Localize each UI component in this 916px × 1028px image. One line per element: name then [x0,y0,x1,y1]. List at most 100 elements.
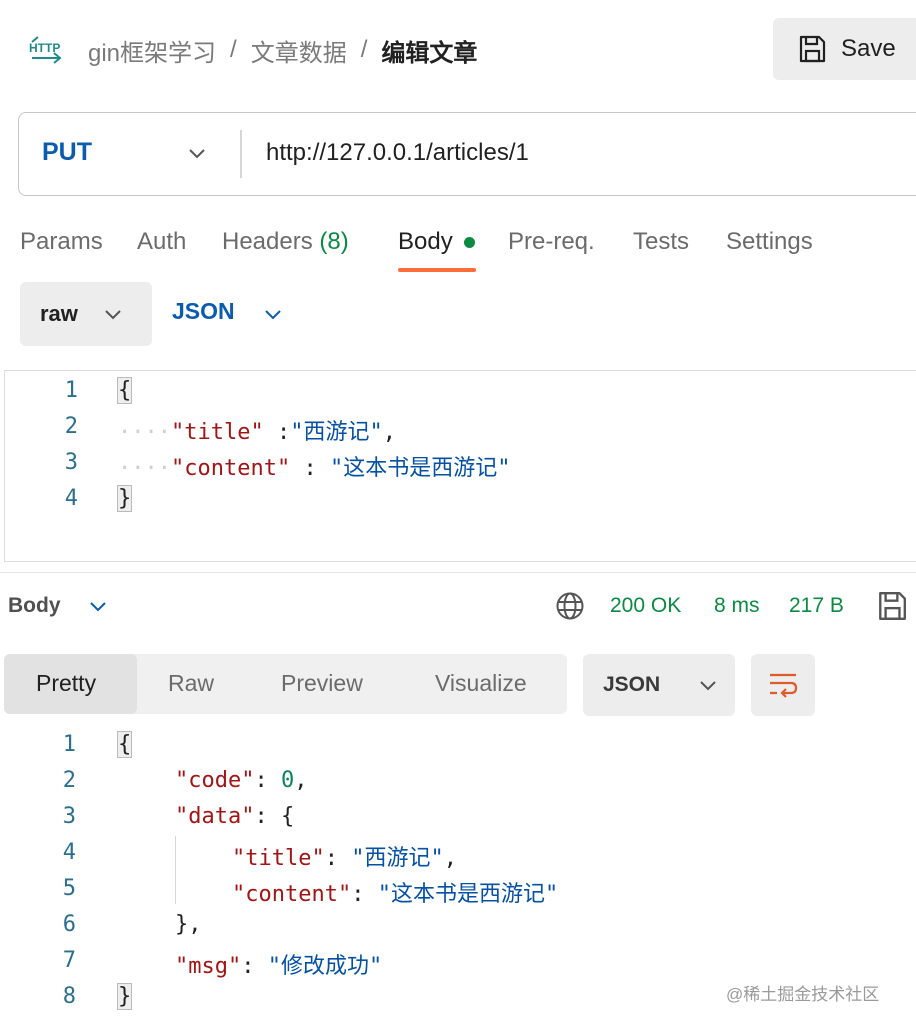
brace: { [116,377,133,404]
code-line[interactable]: ····"content" : "这本书是西游记" [118,450,510,482]
code-line[interactable]: { [116,377,133,404]
json-key: "content" [170,456,291,481]
response-divider [0,572,916,573]
wrap-lines-icon [770,673,798,698]
line-number: 7 [62,948,76,973]
line-number: 5 [62,876,76,901]
code-line: "data": { [175,804,294,829]
json-separator: : [241,954,268,979]
brace: { [116,731,133,758]
method-select[interactable]: PUT [42,138,92,167]
code-line: { [116,731,133,758]
json-value: "西游记" [351,846,444,871]
line-number: 6 [62,912,76,937]
chevron-down-icon[interactable] [186,142,208,164]
tab-prereq[interactable]: Pre-req. [508,228,595,256]
response-time[interactable]: 8 ms [714,594,760,618]
json-value: "西游记" [290,420,383,445]
json-separator: : [324,846,352,871]
line-number: 2 [64,414,78,439]
tab-visualize[interactable]: Visualize [435,670,527,697]
wrap-lines-button[interactable] [751,654,815,716]
json-key: "code" [175,768,255,793]
chevron-down-icon [105,310,121,320]
line-number: 4 [64,486,78,511]
json-separator: : [351,882,378,907]
json-separator: : [263,420,291,445]
body-mode-label: raw [40,301,78,326]
json-separator: : [254,804,281,829]
breadcrumb-separator: / [360,36,368,63]
json-key: "title" [170,420,264,445]
request-name[interactable]: 编辑文章 [381,33,477,68]
code-line: }, [175,912,202,937]
json-key: "title" [232,846,325,871]
body-mode-select[interactable]: raw [20,282,152,346]
tab-tests[interactable]: Tests [633,228,689,256]
json-comma: , [382,420,396,445]
json-key: "data" [175,804,255,829]
breadcrumb: gin框架学习 / 文章数据 / 编辑文章 [88,33,477,68]
body-indicator-dot [464,237,475,248]
indent-guide [175,836,176,904]
line-number: 2 [62,768,76,793]
active-tab-underline [398,268,476,272]
headers-count: (8) [319,228,349,255]
line-number: 1 [62,732,76,757]
json-separator: : [290,456,330,481]
url-divider [240,130,242,178]
line-number: 4 [62,840,76,865]
json-value: "这本书是西游记" [377,882,559,907]
watermark: @稀土掘金技术社区 [726,985,880,1004]
tab-preview[interactable]: Preview [281,670,363,697]
line-number: 1 [64,378,78,403]
svg-text:HTTP: HTTP [29,41,60,55]
code-line: "content": "这本书是西游记" [232,876,558,908]
brace: } [116,983,133,1010]
brace: } [116,485,133,512]
tab-auth[interactable]: Auth [137,228,186,256]
json-key: "msg" [175,954,242,979]
tab-settings[interactable]: Settings [726,228,813,256]
code-line[interactable]: ····"title" :"西游记", [118,414,396,446]
breadcrumb-separator: / [230,36,237,63]
tab-pretty[interactable]: Pretty [36,670,96,697]
tab-params[interactable]: Params [20,228,103,256]
code-line[interactable]: } [116,485,133,512]
chevron-down-icon[interactable] [88,596,108,616]
response-format-select[interactable]: JSON [583,654,735,716]
breadcrumb-collection[interactable]: gin框架学习 [88,33,216,68]
json-value: "修改成功" [267,954,383,979]
code-line: "title": "西游记", [232,840,457,872]
line-number: 8 [62,984,76,1009]
tab-headers[interactable]: Headers (8) [222,228,349,256]
response-body-label[interactable]: Body [8,594,61,618]
json-comma: , [443,846,457,871]
http-icon: HTTP [29,36,62,64]
brace: { [280,804,295,829]
globe-icon[interactable] [555,591,585,621]
json-value: "这本书是西游记" [329,456,511,481]
tab-raw[interactable]: Raw [168,670,214,697]
breadcrumb-folder[interactable]: 文章数据 [251,33,347,68]
chevron-down-icon[interactable] [262,303,284,325]
code-line: "msg": "修改成功" [175,948,382,980]
code-line: "code": 0, [175,768,307,793]
save-icon [799,35,826,63]
whitespace-dots: ···· [118,420,171,445]
status-code[interactable]: 200 OK [610,594,681,618]
tab-body[interactable]: Body [398,228,453,256]
json-value: 0 [280,768,295,793]
tab-headers-label: Headers [222,228,313,255]
save-response-icon[interactable] [876,590,908,622]
code-line: } [116,983,133,1010]
save-button[interactable]: Save [773,18,916,80]
line-number: 3 [64,450,78,475]
save-label: Save [841,35,896,62]
response-size[interactable]: 217 B [789,594,844,618]
json-comma: , [294,768,308,793]
url-input[interactable]: http://127.0.0.1/articles/1 [266,139,529,167]
chevron-down-icon [700,681,716,691]
body-format-select[interactable]: JSON [172,298,235,325]
brace: }, [175,912,202,937]
